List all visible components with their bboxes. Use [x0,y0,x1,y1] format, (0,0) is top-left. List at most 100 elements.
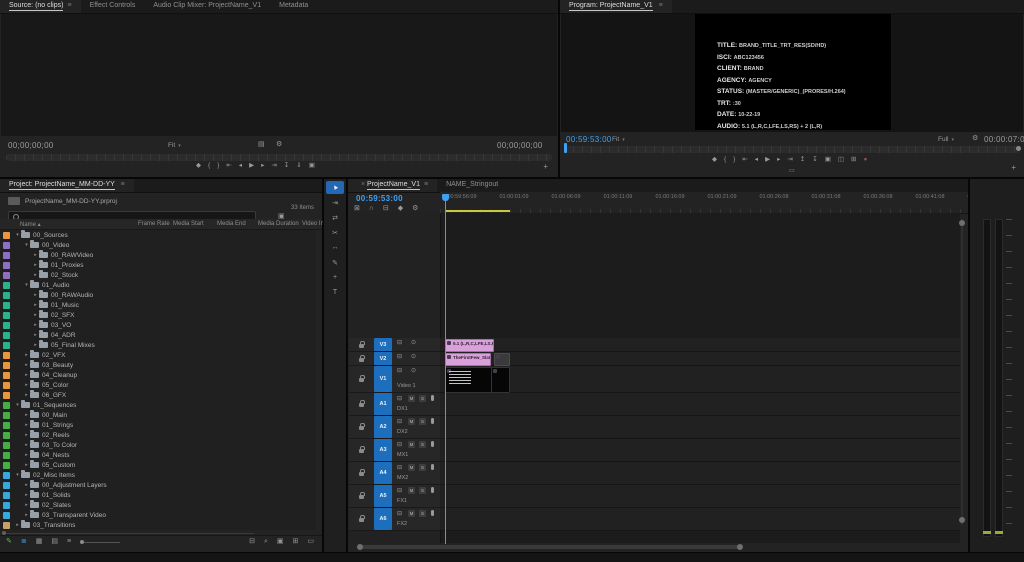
overwrite-icon[interactable]: ⇓ [296,163,301,170]
go-to-out-icon[interactable]: ⇥ [787,157,792,164]
writable-pencil-icon[interactable]: ✎ [6,538,12,545]
lift-icon[interactable]: ↥ [800,157,805,164]
ripple-edit-tool[interactable]: ⇄ [326,211,344,224]
voiceover-record-mic-icon[interactable] [431,464,434,470]
tab-program[interactable]: Program: ProjectName_V1 ≡ [560,0,672,13]
bin-row[interactable]: ▸04_Cleanup [0,370,316,380]
twirl-icon[interactable]: ▸ [23,382,30,388]
multi-camera-icon[interactable]: ⊞ [851,157,856,164]
lock-icon[interactable] [359,518,364,522]
twirl-icon[interactable]: ▸ [23,432,30,438]
lock-icon[interactable] [359,495,364,499]
twirl-icon[interactable]: ▸ [32,342,39,348]
button-editor-add-button[interactable]: + [1011,164,1016,172]
twirl-icon[interactable]: ▸ [32,262,39,268]
new-bin-icon[interactable]: ▣ [277,538,284,545]
list-view-icon[interactable]: ≣ [21,538,27,545]
twirl-icon[interactable]: ▸ [23,352,30,358]
solo-button[interactable]: S [419,487,426,494]
clip-v1-second[interactable] [491,367,510,393]
lock-icon[interactable] [359,472,364,476]
lock-icon[interactable] [359,449,364,453]
bin-row[interactable]: ▸01_Strings [0,420,316,430]
mute-button[interactable]: M [408,395,415,402]
hscroll-handle-right[interactable] [737,544,743,550]
playhead-line[interactable] [445,199,446,544]
bin-row[interactable]: ▾00_Video [0,240,316,250]
track-select-a4[interactable]: A4 [374,462,392,484]
solo-button[interactable]: S [419,395,426,402]
vscroll-handle-top[interactable] [959,220,965,226]
icon-view-icon[interactable]: ▦ [36,538,43,545]
bin-row[interactable]: ▸05_Custom [0,460,316,470]
twirl-icon[interactable]: ▸ [32,292,39,298]
solo-button[interactable]: S [419,510,426,517]
twirl-icon[interactable]: ▾ [14,402,21,408]
export-frame-icon[interactable]: ▣ [309,163,315,170]
bin-row[interactable]: ▸04_Nests [0,450,316,460]
twirl-icon[interactable]: ▾ [23,282,30,288]
track-header-a5[interactable]: A5⊟MSFX1 [349,485,440,508]
tab-project[interactable]: Project: ProjectName_MM-DD-YY ≡ [0,179,134,192]
track-header-v1[interactable]: V1⊟⊙Video 1 [349,366,440,393]
bin-row[interactable]: ▸00_Adjustment Layers [0,480,316,490]
clear-trash-icon[interactable]: ▭ [307,538,314,545]
bin-row[interactable]: ▸03_Transitions [0,520,316,530]
clip-v1-slate-video[interactable] [445,367,492,393]
tab-audio-clip-mixer-projectname-v1[interactable]: Audio Clip Mixer: ProjectName_V1 [144,0,270,13]
bin-row[interactable]: ▸05_Color [0,380,316,390]
pen-tool[interactable]: ✎ [326,256,344,269]
track-select-a3[interactable]: A3 [374,439,392,461]
twirl-icon[interactable]: ▸ [23,502,30,508]
new-item-icon[interactable]: ⊞ [293,538,299,545]
twirl-icon[interactable]: ▸ [23,442,30,448]
go-to-out-icon[interactable]: ⇥ [271,163,276,170]
clip-v2-slate-graphic[interactable]: TheFirstFew_Slate [445,353,491,366]
track-select-v3[interactable]: V3 [374,338,392,351]
twirl-icon[interactable]: ▸ [23,412,30,418]
track-lane-a4[interactable] [440,462,960,485]
button-editor-add-button[interactable]: + [543,163,548,171]
track-lane-a5[interactable] [440,485,960,508]
column-header-media-start[interactable]: Media Start [173,221,204,227]
track-lane-v3[interactable] [440,338,960,352]
bin-row[interactable]: ▸00_RAWAudio [0,290,316,300]
bin-row[interactable]: ▸03_VO [0,320,316,330]
twirl-icon[interactable]: ▾ [14,232,21,238]
scrubber-end-handle[interactable] [1016,146,1021,151]
source-scrubber[interactable] [6,154,552,161]
track-lane-a3[interactable] [440,439,960,462]
sync-lock-icon[interactable]: ⊟ [397,511,402,517]
column-header-name[interactable]: Name ▴ [20,221,41,228]
step-forward-icon[interactable]: ▸ [261,163,264,170]
panel-menu-icon[interactable]: ≡ [659,2,663,9]
sync-lock-icon[interactable]: ⊟ [397,442,402,448]
track-lane-a6[interactable] [440,508,960,531]
solo-button[interactable]: S [419,464,426,471]
track-select-a1[interactable]: A1 [374,393,392,415]
export-frame-icon[interactable]: ▣ [825,157,831,164]
record-icon[interactable]: ● [863,157,867,164]
track-output-eye-icon[interactable]: ⊙ [411,354,416,360]
lock-icon[interactable] [359,426,364,430]
column-header-media-duration[interactable]: Media Duration [258,221,299,227]
sync-lock-icon[interactable]: ⊟ [397,465,402,471]
bin-row[interactable]: ▾00_Sources [0,230,316,240]
voiceover-record-mic-icon[interactable] [431,395,434,401]
twirl-icon[interactable]: ▸ [32,252,39,258]
twirl-icon[interactable]: ▸ [32,312,39,318]
twirl-icon[interactable]: ▸ [23,362,30,368]
timeline-hscrollbar[interactable] [360,545,740,549]
program-settings-wrench-icon[interactable]: ⚙ [972,135,978,142]
lock-icon[interactable] [359,344,364,348]
track-output-eye-icon[interactable]: ⊙ [411,368,416,374]
clip-v3-audio-config[interactable]: 5.1 (L,R,C,LFE,LS,RS) [445,339,494,352]
voiceover-record-mic-icon[interactable] [431,441,434,447]
step-back-icon[interactable]: ◂ [239,163,242,170]
twirl-icon[interactable]: ▸ [32,322,39,328]
panel-menu-icon[interactable]: ≡ [121,181,125,188]
playhead-head[interactable] [442,194,449,201]
track-select-v2[interactable]: V2 [374,352,392,365]
bin-row[interactable]: ▸00_Main [0,410,316,420]
bin-row[interactable]: ▸05_Final Mixes [0,340,316,350]
